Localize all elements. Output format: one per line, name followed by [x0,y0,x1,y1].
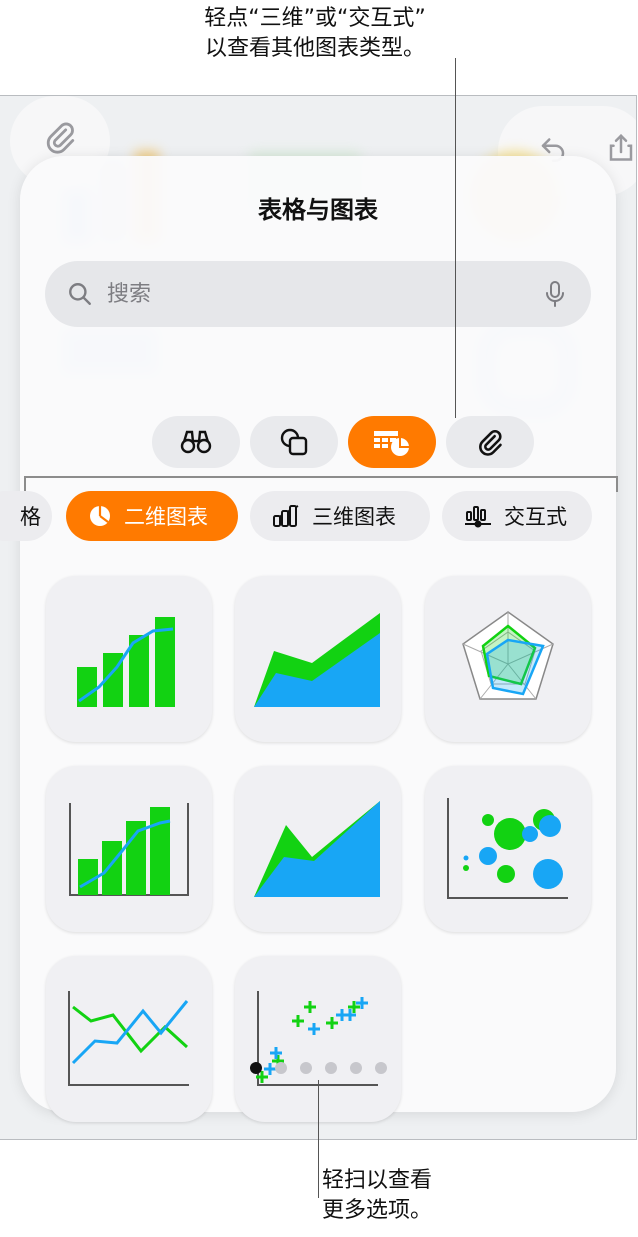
page-indicator[interactable] [20,1062,616,1074]
page-dot-2[interactable] [274,1062,287,1074]
share-icon[interactable] [606,132,636,170]
bottom-callout-line-2: 更多选项。 [322,1198,433,1223]
page-dot-5[interactable] [349,1062,362,1074]
radar-icon [462,611,554,700]
paperclip-icon [476,428,504,456]
chart-type-bubble[interactable] [425,766,591,932]
binoculars-icon [179,429,213,455]
bar-line-axes-icon [69,803,189,896]
chart-type-column-line[interactable] [46,576,212,742]
area-axes-icon [254,801,380,897]
page-dot-4[interactable] [324,1062,337,1074]
category-tables-charts-button[interactable] [348,416,436,468]
top-callout-line-1: 轻点“三维”或“交互式” [204,6,426,31]
tab-interactive-label: 交互式 [504,505,567,529]
top-callout: 轻点“三维”或“交互式” 以查看其他图表类型。 [150,4,480,64]
page-dot-6[interactable] [374,1062,387,1074]
app-screen: 表格与图表 搜索 格 二维图表 三维图表 交互式 [0,95,637,1140]
shapes-icon [279,427,309,457]
bar-line-mixed-icon [77,617,175,707]
bottom-callout: 轻扫以查看 更多选项。 [322,1166,432,1226]
tab-3d-charts[interactable]: 三维图表 [250,491,430,541]
chart-type-area-2[interactable] [235,766,401,932]
chart-type-line[interactable] [46,956,212,1122]
tab-table-partial[interactable]: 格 [0,491,52,541]
chart-type-area[interactable] [235,576,401,742]
pie-icon [88,504,112,528]
search-icon [67,281,93,307]
table-chart-icon [372,427,412,457]
chart-type-radar[interactable] [425,576,591,742]
scatter-icon [256,991,378,1086]
bubble-icon [447,798,568,899]
bottom-callout-line-1: 轻扫以查看 [322,1168,433,1193]
category-attachment-button[interactable] [446,416,534,468]
annotation-bracket [24,476,618,492]
interactive-chart-icon [464,504,492,528]
tab-2d-charts[interactable]: 二维图表 [66,491,238,541]
tables-charts-sheet: 表格与图表 搜索 格 二维图表 三维图表 交互式 [0,156,618,1122]
page-dot-1[interactable] [249,1062,262,1074]
bottom-callout-line [318,1080,319,1198]
microphone-icon[interactable] [545,280,565,308]
tab-2d-label: 二维图表 [124,505,208,529]
tab-3d-label: 三维图表 [312,505,396,529]
tab-interactive-charts[interactable]: 交互式 [442,491,592,541]
line-icon [68,991,189,1086]
category-media-button[interactable] [152,416,240,468]
3d-bar-icon [272,504,300,528]
search-field[interactable] [45,261,591,327]
top-callout-line-2: 以查看其他图表类型。 [204,36,425,61]
page-dot-3[interactable] [299,1062,312,1074]
sheet-title: 表格与图表 [258,196,378,224]
tab-table-label: 格 [20,505,41,529]
search-input[interactable] [105,280,509,308]
area-icon [254,613,380,707]
category-shapes-button[interactable] [250,416,338,468]
top-callout-line [455,58,456,418]
chart-type-column-line-axes[interactable] [46,766,212,932]
